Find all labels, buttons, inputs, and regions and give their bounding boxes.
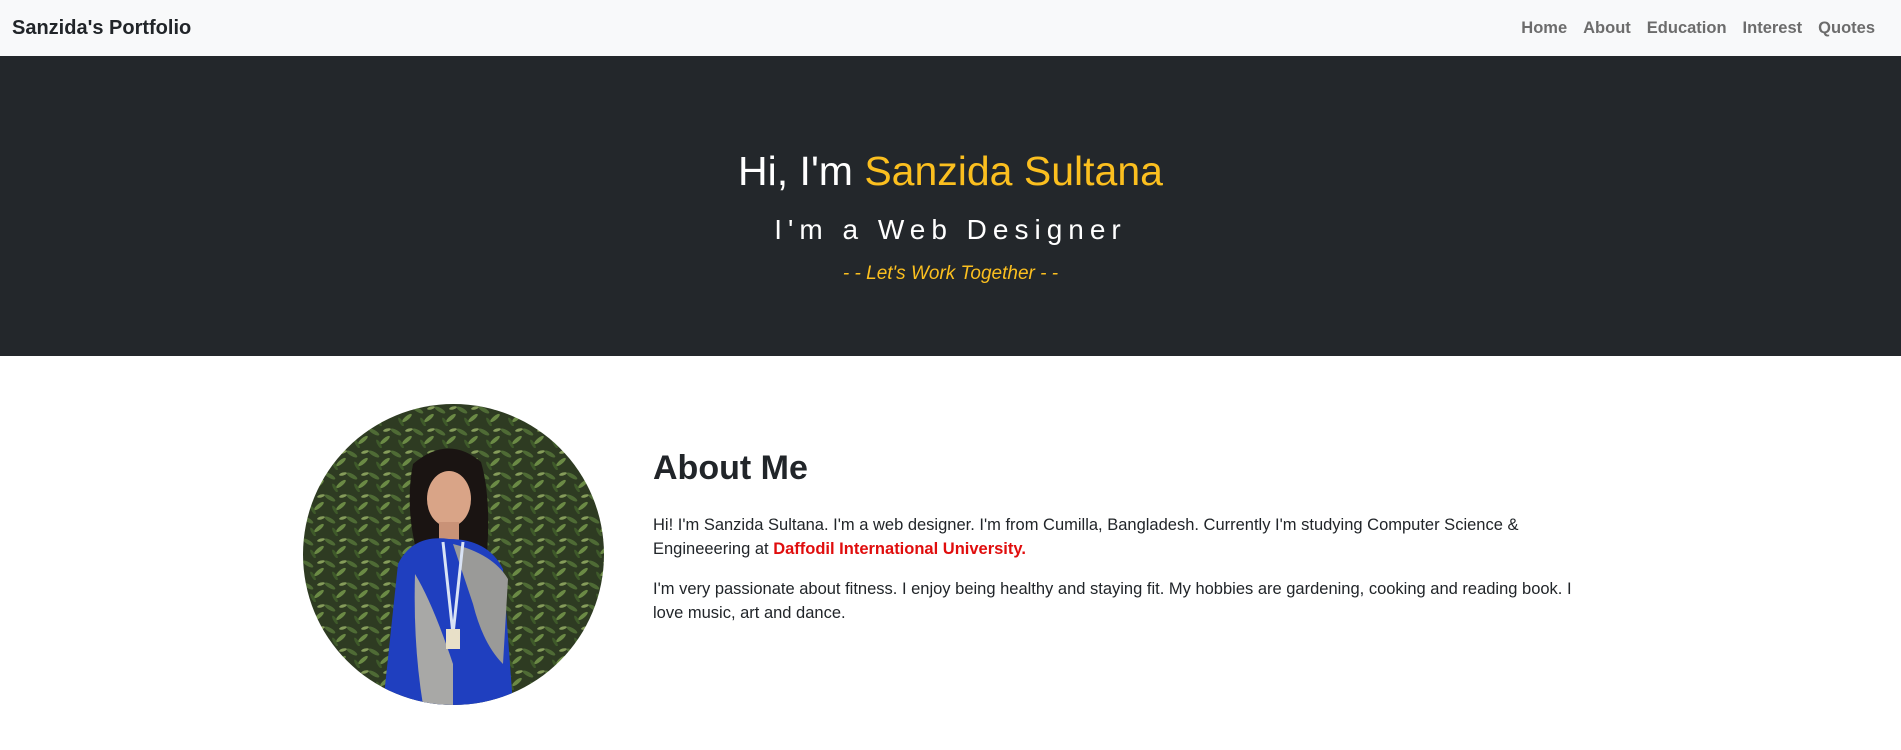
university-name: Daffodil International University. <box>773 540 1026 558</box>
nav-link-about[interactable]: About <box>1575 19 1639 38</box>
nav-link-interest[interactable]: Interest <box>1735 19 1811 38</box>
hero-greeting: Hi, I'm <box>738 148 865 194</box>
nav-links: Home About Education Interest Quotes <box>1513 19 1889 38</box>
profile-photo-image <box>303 404 604 705</box>
about-section: About Me Hi! I'm Sanzida Sultana. I'm a … <box>0 356 1901 750</box>
hero-subtitle: I'm a Web Designer <box>774 214 1127 245</box>
about-paragraph-1: Hi! I'm Sanzida Sultana. I'm a web desig… <box>653 513 1603 561</box>
hero-name: Sanzida Sultana <box>864 148 1163 194</box>
navbar: Sanzida's Portfolio Home About Education… <box>0 0 1901 56</box>
nav-link-quotes[interactable]: Quotes <box>1810 19 1883 38</box>
hero-title: Hi, I'm Sanzida Sultana <box>738 151 1163 192</box>
about-paragraph-2: I'm very passionate about fitness. I enj… <box>653 580 1572 622</box>
about-title: About Me <box>653 449 808 487</box>
nav-link-home[interactable]: Home <box>1513 19 1575 38</box>
about-content: About Me Hi! I'm Sanzida Sultana. I'm a … <box>653 451 1603 641</box>
hero-section: Hi, I'm Sanzida Sultana I'm a Web Design… <box>0 56 1901 356</box>
navbar-brand[interactable]: Sanzida's Portfolio <box>12 17 191 40</box>
nav-link-education[interactable]: Education <box>1639 19 1735 38</box>
profile-photo <box>303 404 604 705</box>
hero-cta: - - Let's Work Together - - <box>842 263 1059 284</box>
